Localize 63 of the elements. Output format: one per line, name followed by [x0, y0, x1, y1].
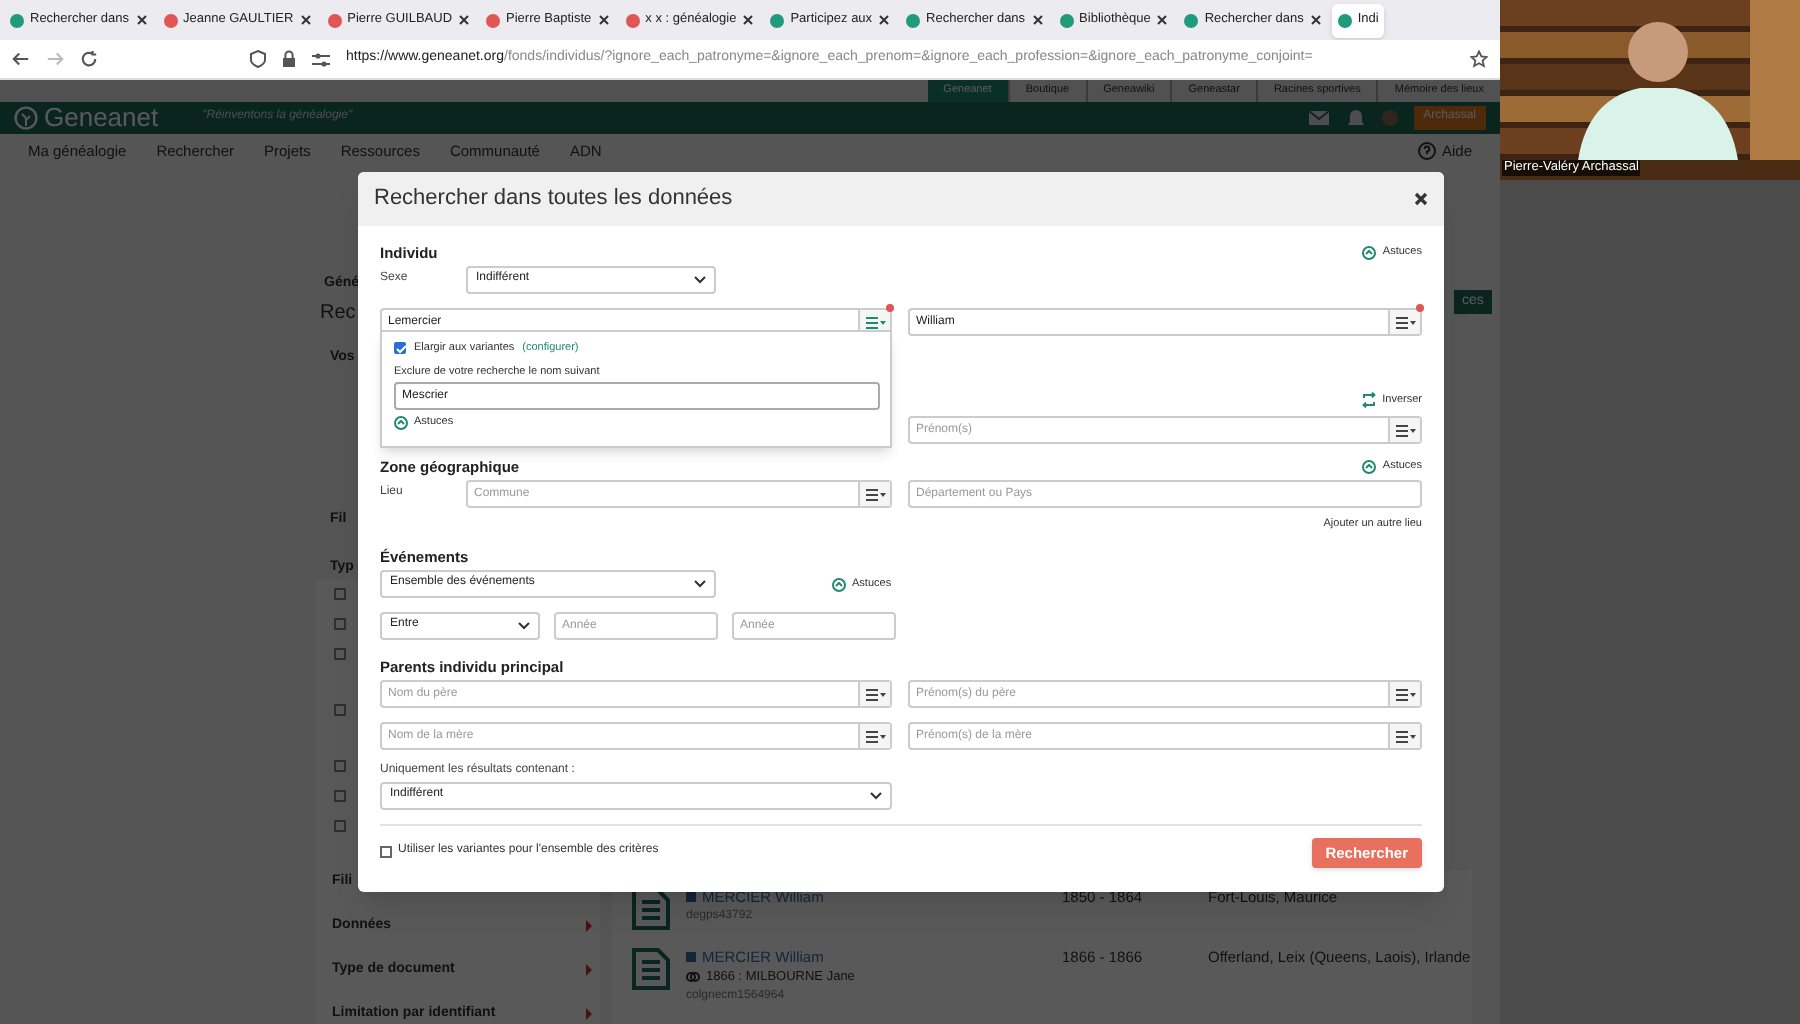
close-icon[interactable] — [878, 14, 891, 26]
checkbox[interactable] — [334, 704, 346, 716]
document-icon — [632, 948, 670, 990]
tip-icon — [394, 416, 408, 431]
chevron-icon — [518, 622, 530, 630]
marker-icon — [686, 952, 696, 962]
sliders-icon[interactable] — [312, 51, 330, 67]
dialog-title: Rechercher dans toutes les données — [374, 185, 733, 213]
checkbox[interactable] — [334, 760, 346, 772]
close-icon[interactable] — [742, 14, 755, 26]
options-button[interactable] — [1388, 418, 1420, 442]
star-icon[interactable] — [1470, 50, 1488, 68]
checkbox[interactable] — [334, 648, 346, 660]
checkbox[interactable] — [334, 820, 346, 832]
menu-icon[interactable] — [865, 315, 885, 329]
menu-icon[interactable] — [1395, 423, 1415, 437]
checkbox[interactable] — [334, 618, 346, 630]
close-icon[interactable] — [1309, 14, 1322, 26]
options-button[interactable] — [1388, 310, 1420, 334]
check-icon — [395, 343, 405, 354]
help-icon[interactable] — [1417, 142, 1436, 160]
close-icon[interactable] — [1031, 14, 1044, 26]
options-button[interactable] — [858, 724, 890, 748]
menu-icon[interactable] — [1395, 315, 1415, 329]
options-button[interactable] — [858, 682, 890, 706]
lock-icon[interactable] — [282, 50, 296, 68]
tip-icon — [1362, 245, 1377, 259]
marker-icon — [686, 892, 696, 902]
caret-icon — [586, 1008, 592, 1021]
tip-icon — [832, 577, 846, 591]
menu-icon[interactable] — [865, 487, 885, 501]
chevron-icon — [694, 276, 706, 284]
checkbox[interactable] — [380, 845, 392, 858]
tip-icon — [1362, 459, 1377, 473]
menu-icon[interactable] — [865, 729, 885, 743]
shield-icon[interactable] — [250, 50, 266, 68]
avatar-icon — [1381, 110, 1398, 126]
document-icon — [632, 888, 670, 930]
options-button[interactable] — [1388, 682, 1420, 706]
rings-icon — [686, 970, 700, 985]
sidebar-label: Rec — [320, 302, 356, 326]
logo-icon — [14, 106, 38, 130]
options-button[interactable] — [858, 482, 890, 506]
menu-icon[interactable] — [1395, 729, 1415, 743]
options-button[interactable] — [1388, 724, 1420, 748]
menu-icon[interactable] — [865, 687, 885, 701]
checkbox[interactable] — [334, 588, 346, 600]
close-icon[interactable] — [299, 14, 312, 26]
checkbox[interactable] — [334, 790, 346, 802]
caret-icon — [586, 920, 592, 933]
close-icon[interactable] — [1156, 14, 1169, 26]
menu-icon[interactable] — [1395, 687, 1415, 701]
close-icon[interactable] — [458, 14, 471, 26]
chevron-icon — [870, 792, 882, 800]
close-icon[interactable] — [1414, 192, 1428, 206]
site-logo[interactable]: Geneanet — [44, 102, 159, 134]
swap-icon[interactable] — [1362, 392, 1377, 408]
reload-icon[interactable] — [80, 50, 98, 68]
close-icon[interactable] — [135, 14, 147, 26]
chevron-icon — [694, 580, 706, 588]
back-icon[interactable] — [12, 50, 30, 68]
caret-icon — [586, 964, 592, 977]
close-icon[interactable] — [597, 14, 610, 26]
